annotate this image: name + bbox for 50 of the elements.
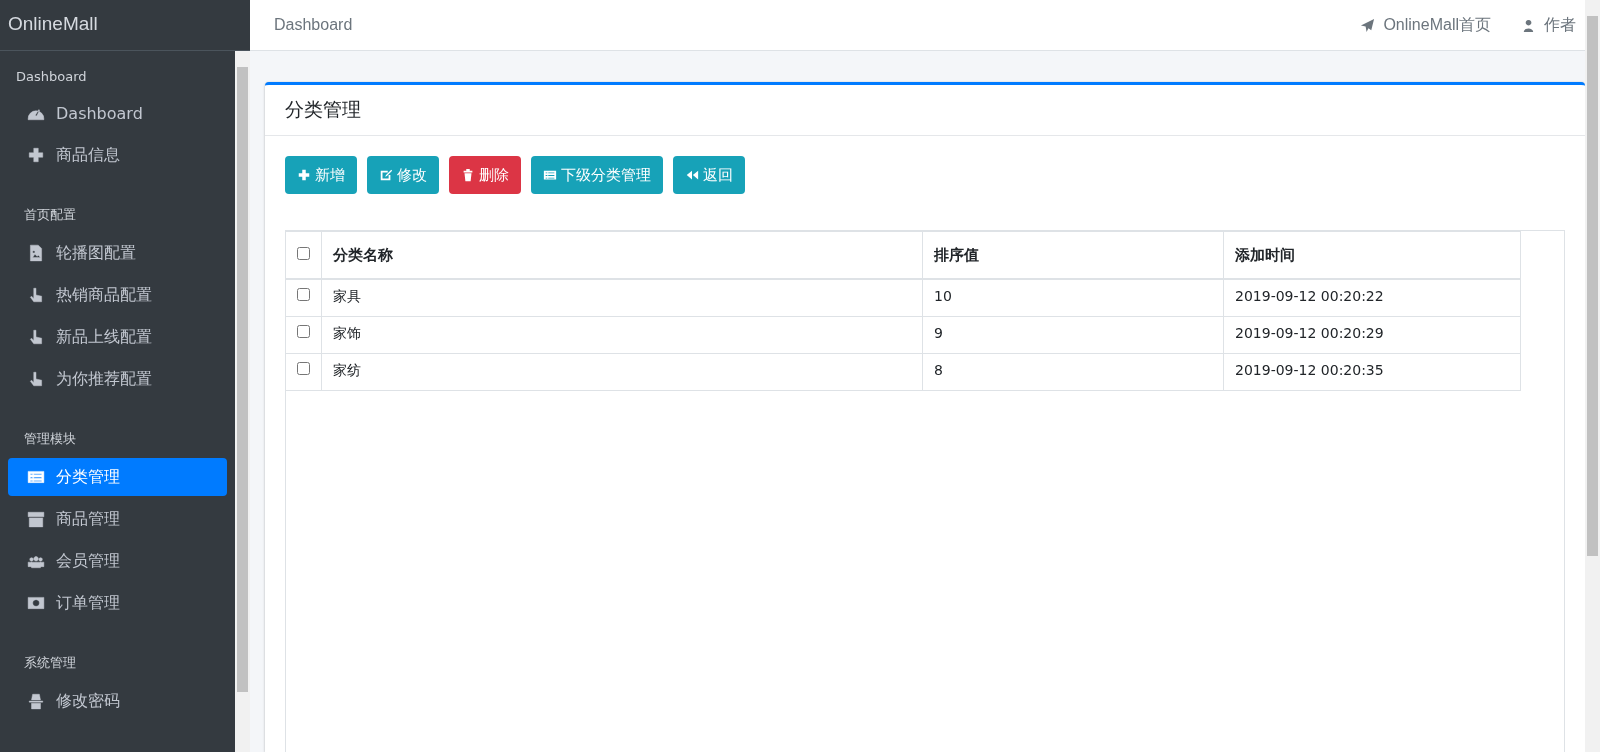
table-cell: 9 [922, 316, 1224, 353]
sidebar-item[interactable]: 热销商品配置 [8, 276, 227, 314]
table-cell: 家具 [321, 279, 923, 316]
column-header: 排序值 [922, 231, 1224, 279]
plus-icon [26, 146, 46, 164]
user-icon [1521, 17, 1536, 33]
sidebar-item[interactable]: 修改密码 [8, 682, 227, 720]
sidebar-item[interactable]: 商品信息 [8, 136, 227, 174]
nav-link[interactable]: OnlineMall首页 [1360, 14, 1491, 36]
column-header: 添加时间 [1223, 231, 1521, 279]
sidebar-item[interactable]: 订单管理 [8, 584, 227, 622]
sidebar-item[interactable]: 分类管理 [8, 458, 227, 496]
sidebar-item[interactable]: 会员管理 [8, 542, 227, 580]
trash-icon [461, 168, 475, 182]
sidebar-section-header: 首页配置 [23, 206, 77, 224]
archive-icon [26, 510, 46, 528]
list-icon [26, 468, 46, 486]
row-checkbox[interactable] [297, 324, 310, 338]
card-title: 分类管理 [265, 85, 1585, 136]
edit-icon [379, 168, 393, 182]
double-left-arrow-icon [685, 168, 699, 182]
sidebar-item[interactable]: 轮播图配置 [8, 234, 227, 272]
breadcrumb-link[interactable]: Dashboard [274, 16, 353, 34]
paper-plane-icon [1360, 17, 1376, 33]
nav-link[interactable]: 作者 [1521, 14, 1576, 36]
table-cell: 2019-09-12 00:20:29 [1223, 316, 1521, 353]
table-cell: 8 [922, 353, 1224, 390]
list-icon [543, 168, 557, 182]
row-checkbox[interactable] [297, 288, 310, 301]
plus-icon [297, 168, 311, 182]
table-cell: 家纺 [321, 353, 923, 390]
sidebar-item[interactable]: 商品管理 [8, 500, 227, 538]
table-cell: 家饰 [321, 316, 923, 353]
sidebar-section-header: 管理模块 [23, 430, 77, 448]
sidebar-item[interactable]: 新品上线配置 [8, 318, 227, 356]
sidebar-section-header: Dashboard [15, 68, 88, 86]
toolbar-button[interactable]: 删除 [449, 156, 521, 194]
table-cell: 2019-09-12 00:20:22 [1223, 279, 1521, 316]
table-cell: 10 [922, 279, 1224, 316]
column-header: 分类名称 [321, 231, 923, 279]
table-cell: 2019-09-12 00:20:35 [1223, 353, 1521, 390]
scrollbar[interactable] [1585, 0, 1600, 752]
money-icon [26, 594, 46, 612]
sidebar-item[interactable]: Dashboard [8, 94, 227, 132]
sidebar-section-header: 系统管理 [23, 654, 77, 672]
scrollbar[interactable] [235, 51, 250, 752]
select-all-checkbox[interactable] [297, 247, 310, 260]
row-checkbox[interactable] [297, 361, 310, 375]
sidebar-item[interactable]: 为你推荐配置 [8, 360, 227, 398]
person-icon [26, 692, 46, 710]
